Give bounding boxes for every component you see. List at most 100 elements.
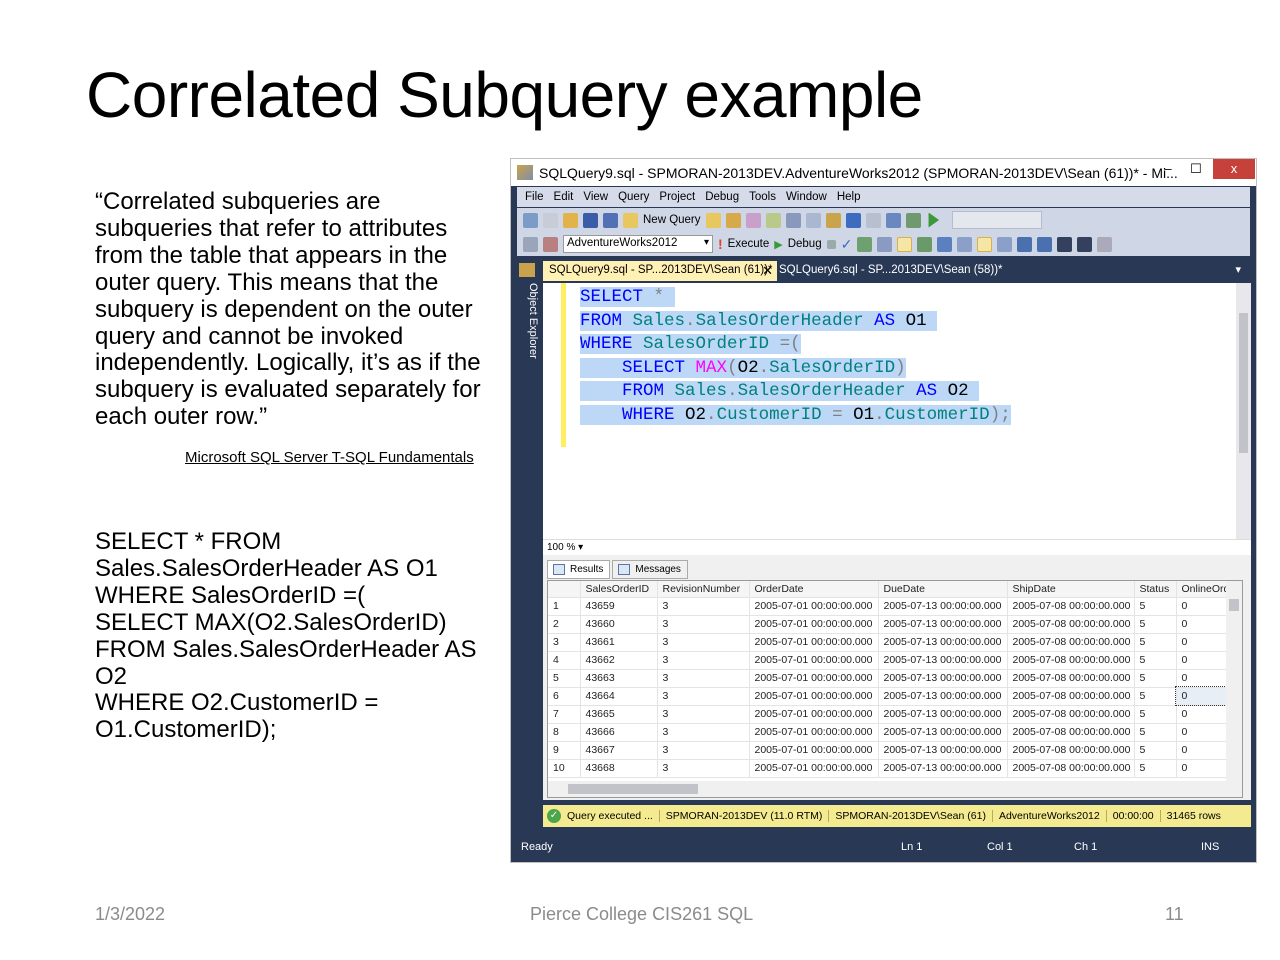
grid-cell[interactable]: 3 (657, 669, 750, 688)
grid-cell[interactable]: 2005-07-08 00:00:00.000 (1007, 633, 1135, 652)
scroll-thumb[interactable] (1229, 599, 1239, 611)
grid-cell[interactable]: 5 (1134, 723, 1177, 742)
results-to-text-icon[interactable] (897, 236, 913, 252)
editor-vertical-scrollbar[interactable] (1236, 283, 1251, 539)
grid-cell[interactable]: 2005-07-01 00:00:00.000 (749, 687, 879, 706)
navigate-icon[interactable] (885, 212, 901, 228)
menu-project[interactable]: Project (659, 191, 695, 203)
new-query-button[interactable]: New Query (643, 214, 701, 226)
grid-cell[interactable]: 2005-07-01 00:00:00.000 (749, 705, 879, 724)
grid-cell[interactable]: 2005-07-08 00:00:00.000 (1007, 597, 1135, 616)
solution-config-dropdown[interactable] (951, 211, 1042, 229)
grid-cell[interactable]: 2005-07-13 00:00:00.000 (878, 687, 1008, 706)
grid-cell[interactable]: 43666 (580, 723, 658, 742)
grid-cell[interactable]: 0 (1176, 633, 1231, 652)
cut-icon[interactable] (785, 212, 801, 228)
grid-cell[interactable]: 5 (1134, 741, 1177, 760)
uncomment-icon[interactable] (1037, 236, 1053, 252)
results-to-text-2-icon[interactable] (957, 236, 973, 252)
tab-messages[interactable]: Messages (612, 560, 688, 579)
grid-cell[interactable]: 2005-07-13 00:00:00.000 (878, 723, 1008, 742)
grid-cell[interactable]: 5 (1134, 687, 1177, 706)
grid-cell[interactable]: 2005-07-01 00:00:00.000 (749, 669, 879, 688)
grid-cell[interactable]: 0 (1176, 723, 1231, 742)
grid-cell[interactable]: 2005-07-01 00:00:00.000 (749, 723, 879, 742)
grid-cell[interactable]: 43663 (580, 669, 658, 688)
grid-cell[interactable]: 2005-07-01 00:00:00.000 (749, 741, 879, 760)
grid-cell[interactable]: 5 (1134, 615, 1177, 634)
minimize-button[interactable]: – (1153, 159, 1183, 179)
table-row[interactable]: 7 43665 3 2005-07-01 00:00:00.000 2005-07-13… (548, 705, 1231, 724)
redo-icon[interactable] (865, 212, 881, 228)
row-number[interactable]: 5 (548, 669, 581, 688)
mdx-query-icon[interactable] (725, 212, 741, 228)
maximize-button[interactable]: ☐ (1181, 159, 1211, 179)
grid-cell[interactable]: 2005-07-13 00:00:00.000 (878, 669, 1008, 688)
grid-cell[interactable]: 3 (657, 759, 750, 778)
increase-indent-icon[interactable] (1077, 236, 1093, 252)
grid-cell[interactable]: 43661 (580, 633, 658, 652)
undo-icon[interactable] (845, 212, 861, 228)
table-row[interactable]: 3 43661 3 2005-07-01 00:00:00.000 2005-07-13… (548, 633, 1231, 652)
open-folder-icon[interactable] (563, 212, 578, 228)
paste-icon[interactable] (825, 212, 841, 228)
new-query-icon[interactable] (623, 212, 638, 228)
row-number[interactable]: 10 (548, 759, 581, 778)
copy-icon[interactable] (805, 212, 821, 228)
include-plan-icon[interactable] (917, 236, 933, 252)
database-dropdown[interactable]: AdventureWorks2012 (563, 235, 713, 253)
object-explorer-tab[interactable]: Object Explorer (517, 261, 539, 461)
scroll-thumb[interactable] (568, 784, 698, 794)
grid-cell[interactable]: 0 (1176, 651, 1231, 670)
grid-cell[interactable]: 43667 (580, 741, 658, 760)
specify-values-icon[interactable] (1097, 236, 1113, 252)
grid-cell[interactable]: 2005-07-08 00:00:00.000 (1007, 615, 1135, 634)
client-stats-icon[interactable] (937, 236, 953, 252)
grid-cell[interactable]: 43665 (580, 705, 658, 724)
column-header[interactable]: OrderDate (749, 581, 879, 598)
db-engine-query-icon[interactable] (705, 212, 721, 228)
add-item-icon[interactable] (543, 212, 558, 228)
menu-window[interactable]: Window (786, 191, 827, 203)
row-number[interactable]: 3 (548, 633, 581, 652)
menu-file[interactable]: File (525, 191, 544, 203)
query-editor[interactable]: SELECT * FROM Sales.SalesOrderHeader AS … (543, 283, 1251, 539)
grid-cell[interactable]: 2005-07-01 00:00:00.000 (749, 759, 879, 778)
grid-cell[interactable]: 43659 (580, 597, 658, 616)
column-header[interactable]: Status (1134, 581, 1177, 598)
grid-cell[interactable]: 0 (1176, 759, 1231, 778)
row-number[interactable]: 2 (548, 615, 581, 634)
grid-cell[interactable]: 3 (657, 687, 750, 706)
parse-checkmark-icon[interactable]: ✓ (841, 236, 853, 253)
grid-cell[interactable]: 2005-07-13 00:00:00.000 (878, 741, 1008, 760)
tab-list-icon[interactable]: ▾ (1235, 263, 1241, 276)
grid-cell[interactable]: 3 (657, 633, 750, 652)
grid-cell[interactable]: 0 (1176, 669, 1231, 688)
column-header[interactable]: SalesOrderID (580, 581, 658, 598)
grid-cell[interactable]: 2005-07-13 00:00:00.000 (878, 615, 1008, 634)
activity-monitor-icon[interactable] (905, 212, 921, 228)
grid-cell[interactable]: 0 (1176, 615, 1231, 634)
save-icon[interactable] (583, 212, 598, 228)
chevron-down-icon[interactable]: ▾ (578, 542, 583, 553)
grid-cell[interactable]: 2005-07-08 00:00:00.000 (1007, 759, 1135, 778)
grid-cell[interactable]: 2005-07-08 00:00:00.000 (1007, 723, 1135, 742)
connect-icon[interactable] (523, 236, 538, 252)
grid-cell[interactable]: 2005-07-13 00:00:00.000 (878, 651, 1008, 670)
table-row[interactable]: 10 43668 3 2005-07-01 00:00:00.000 2005-07-1… (548, 759, 1231, 778)
results-grid[interactable]: SalesOrderID RevisionNumber OrderDate DueDa… (547, 580, 1243, 798)
save-all-icon[interactable] (603, 212, 618, 228)
code-area[interactable]: SELECT * FROM Sales.SalesOrderHeader AS … (580, 286, 1011, 427)
menu-edit[interactable]: Edit (554, 191, 574, 203)
comment-icon[interactable] (1017, 236, 1033, 252)
grid-cell[interactable]: 5 (1134, 633, 1177, 652)
row-number[interactable]: 4 (548, 651, 581, 670)
start-icon[interactable] (928, 212, 940, 228)
xmla-query-icon[interactable] (765, 212, 781, 228)
grid-cell[interactable]: 3 (657, 597, 750, 616)
query-designer-icon[interactable] (877, 236, 893, 252)
grid-cell[interactable]: 0 (1176, 741, 1231, 760)
grid-cell[interactable]: 43668 (580, 759, 658, 778)
row-number[interactable]: 8 (548, 723, 581, 742)
tab-sqlquery6[interactable]: SQLQuery6.sql - SP...2013DEV\Sean (58))* (779, 264, 1003, 276)
